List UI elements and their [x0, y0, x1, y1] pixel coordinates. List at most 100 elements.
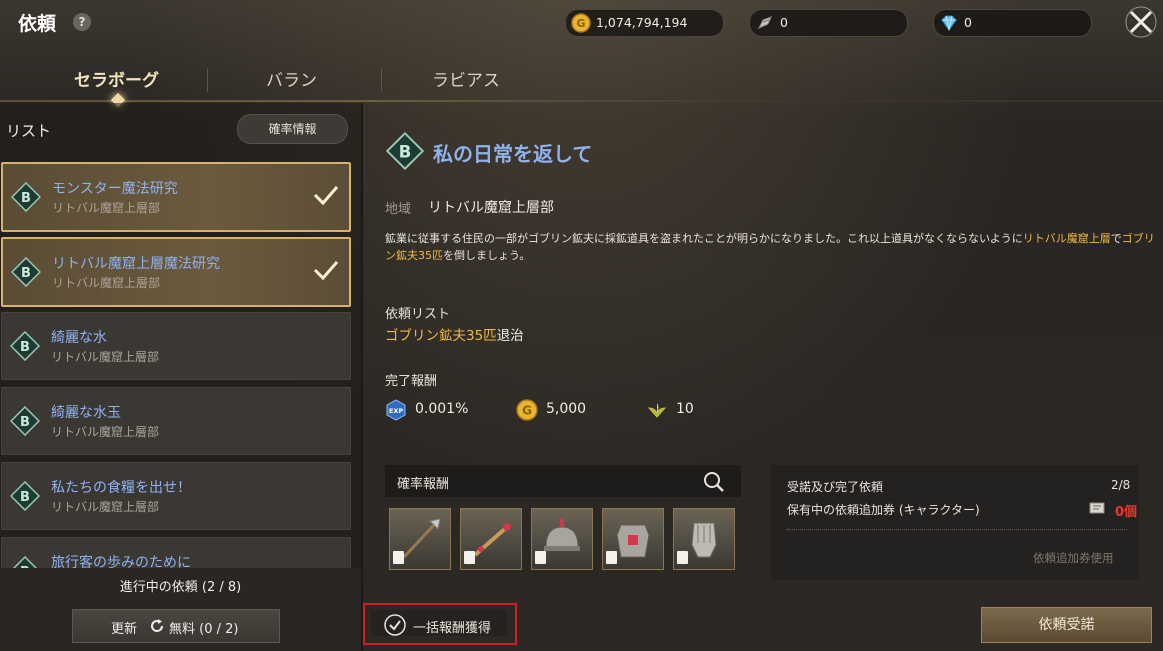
exp-value: 0.001% [415, 401, 469, 417]
ticket-label: 保有中の依頼追加券 (キャラクター) [787, 503, 980, 517]
ticket-icon [1089, 502, 1105, 514]
quest-name: 綺麗な水 [51, 330, 107, 346]
list-item[interactable]: B リトバル魔窟上層魔法研究 リトバル魔窟上層部 [1, 237, 351, 307]
quest-location: リトバル魔窟上層部 [51, 500, 160, 514]
tab-divider [207, 68, 208, 92]
refresh-button[interactable]: 更新 無料 (0 / 2) [72, 609, 280, 643]
window-title: 依頼 [18, 13, 57, 35]
svg-text:EXP: EXP [389, 407, 403, 415]
list-footer: 進行中の依頼 (2 / 8) 更新 無料 (0 / 2) [0, 568, 361, 651]
refresh-free-count: 無料 (0 / 2) [169, 622, 239, 637]
help-icon[interactable]: ? [73, 13, 91, 31]
ticket-count: 0個 [1115, 505, 1138, 520]
staff-icon[interactable] [460, 508, 522, 570]
region-label: 地域 [385, 202, 412, 217]
refresh-icon [151, 619, 164, 632]
bulk-claim-button[interactable]: 一括報酬獲得 [363, 603, 517, 645]
item-tag-icon [535, 551, 546, 564]
svg-text:B: B [21, 191, 31, 206]
leaf-reward-value: 10 [676, 401, 694, 417]
list-item[interactable]: B 綺麗な水 リトバル魔窟上層部 [1, 312, 351, 380]
gem-currency: 0 [933, 9, 1092, 37]
quest-location: リトバル魔窟上層部 [51, 425, 160, 439]
reward-label: 完了報酬 [385, 374, 438, 389]
diamond-icon [941, 15, 957, 31]
quest-progress: 進行中の依頼 (2 / 8) [119, 580, 242, 595]
grade-b-icon: B [386, 132, 424, 170]
probability-reward-label: 確率報酬 [397, 477, 450, 492]
quest-objective: ゴブリン鉱夫35匹退治 [385, 328, 524, 344]
gold-value: 1,074,794,194 [596, 15, 688, 30]
feather-icon [757, 16, 772, 30]
checkmark-icon [313, 261, 339, 281]
quest-list-label: 依頼リスト [385, 307, 451, 322]
quest-location: リトバル魔窟上層部 [51, 350, 160, 364]
probability-info-button[interactable]: 確率情報 [237, 114, 348, 144]
accepted-quests-value: 2/8 [1111, 478, 1131, 492]
gold-currency: G 1,074,794,194 [565, 9, 724, 37]
quest-list-panel: リスト 確率情報 B モンスター魔法研究 リトバル魔窟上層部 B リトバル魔窟上… [0, 103, 361, 651]
list-title: リスト [6, 122, 52, 140]
list-item[interactable]: B 綺麗な水玉 リトバル魔窟上層部 [1, 387, 351, 455]
svg-text:B: B [399, 142, 412, 161]
quest-detail-panel: B 私の日常を返して 地域 リトバル魔窟上層部 鉱業に従事する住民の一部がゴブリ… [363, 103, 1163, 651]
gauntlet-icon[interactable] [673, 508, 735, 570]
svg-text:G: G [576, 17, 585, 30]
tab-rabias[interactable]: ラビアス [432, 66, 500, 91]
feather-value: 0 [780, 15, 788, 30]
svg-text:B: B [20, 490, 30, 505]
quest-location: リトバル魔窟上層部 [52, 201, 161, 215]
exp-icon: EXP [386, 399, 406, 421]
quest-name: 私たちの食糧を出せ！ [51, 480, 191, 496]
tab-balan[interactable]: バラン [266, 66, 317, 91]
quest-info-box: 受諾及び完了依頼 2/8 保有中の依頼追加券 (キャラクター) 0個 依頼追加券… [771, 465, 1139, 580]
item-tag-icon [677, 551, 688, 564]
quest-description: 鉱業に従事する住民の一部がゴブリン鉱夫に採鉱道具を盗まれたことが明らかになりまし… [385, 232, 1155, 262]
svg-text:G: G [522, 404, 532, 418]
grade-b-icon: B [11, 182, 41, 212]
quest-name: 綺麗な水玉 [51, 405, 121, 421]
armor-icon[interactable] [602, 508, 664, 570]
tab-seraborg[interactable]: セラボーグ [74, 66, 159, 91]
quest-name: モンスター魔法研究 [52, 181, 178, 197]
probability-reward-bar: 確率報酬 [385, 465, 741, 497]
grade-b-icon: B [10, 406, 40, 436]
list-item[interactable]: B モンスター魔法研究 リトバル魔窟上層部 [1, 162, 351, 232]
grade-b-icon: B [10, 331, 40, 361]
quest-name: リトバル魔窟上層魔法研究 [52, 256, 220, 272]
region-value: リトバル魔窟上層部 [428, 200, 554, 216]
accept-quest-button[interactable]: 依頼受諾 [981, 607, 1152, 643]
grade-b-icon: B [10, 481, 40, 511]
gem-value: 0 [964, 15, 972, 30]
tab-underline [0, 100, 1163, 102]
bulk-claim-label: 一括報酬獲得 [413, 621, 492, 636]
checkmark-icon [313, 186, 339, 206]
region-tabs: セラボーグ バラン ラビアス [0, 58, 1163, 102]
quest-location: リトバル魔窟上層部 [52, 276, 161, 290]
gold-coin-icon: G [516, 399, 538, 421]
svg-text:B: B [20, 415, 30, 430]
svg-text:B: B [21, 266, 31, 281]
feather-currency: 0 [749, 9, 908, 37]
helmet-icon[interactable] [531, 508, 593, 570]
accepted-quests-label: 受諾及び完了依頼 [787, 480, 884, 494]
grade-b-icon: B [11, 257, 41, 287]
gold-reward-value: 5,000 [546, 401, 587, 417]
item-tag-icon [606, 551, 617, 564]
list-item[interactable]: B 旅行客の歩みのために [1, 537, 351, 570]
divider [787, 529, 1127, 531]
gold-coin-icon: G [571, 13, 591, 33]
quest-title: 私の日常を返して [433, 142, 593, 166]
tab-divider [381, 68, 382, 92]
close-icon[interactable] [1124, 5, 1158, 39]
list-item[interactable]: B 私たちの食糧を出せ！ リトバル魔窟上層部 [1, 462, 351, 530]
check-circle-icon [384, 614, 406, 636]
svg-text:B: B [20, 340, 30, 355]
leaf-icon [647, 403, 667, 418]
item-tag-icon [464, 551, 475, 564]
use-ticket-button[interactable]: 依頼追加券使用 [1033, 550, 1114, 566]
search-icon[interactable] [703, 471, 725, 493]
refresh-label: 更新 [111, 622, 138, 637]
spear-icon[interactable] [389, 508, 451, 570]
item-tag-icon [393, 551, 404, 564]
